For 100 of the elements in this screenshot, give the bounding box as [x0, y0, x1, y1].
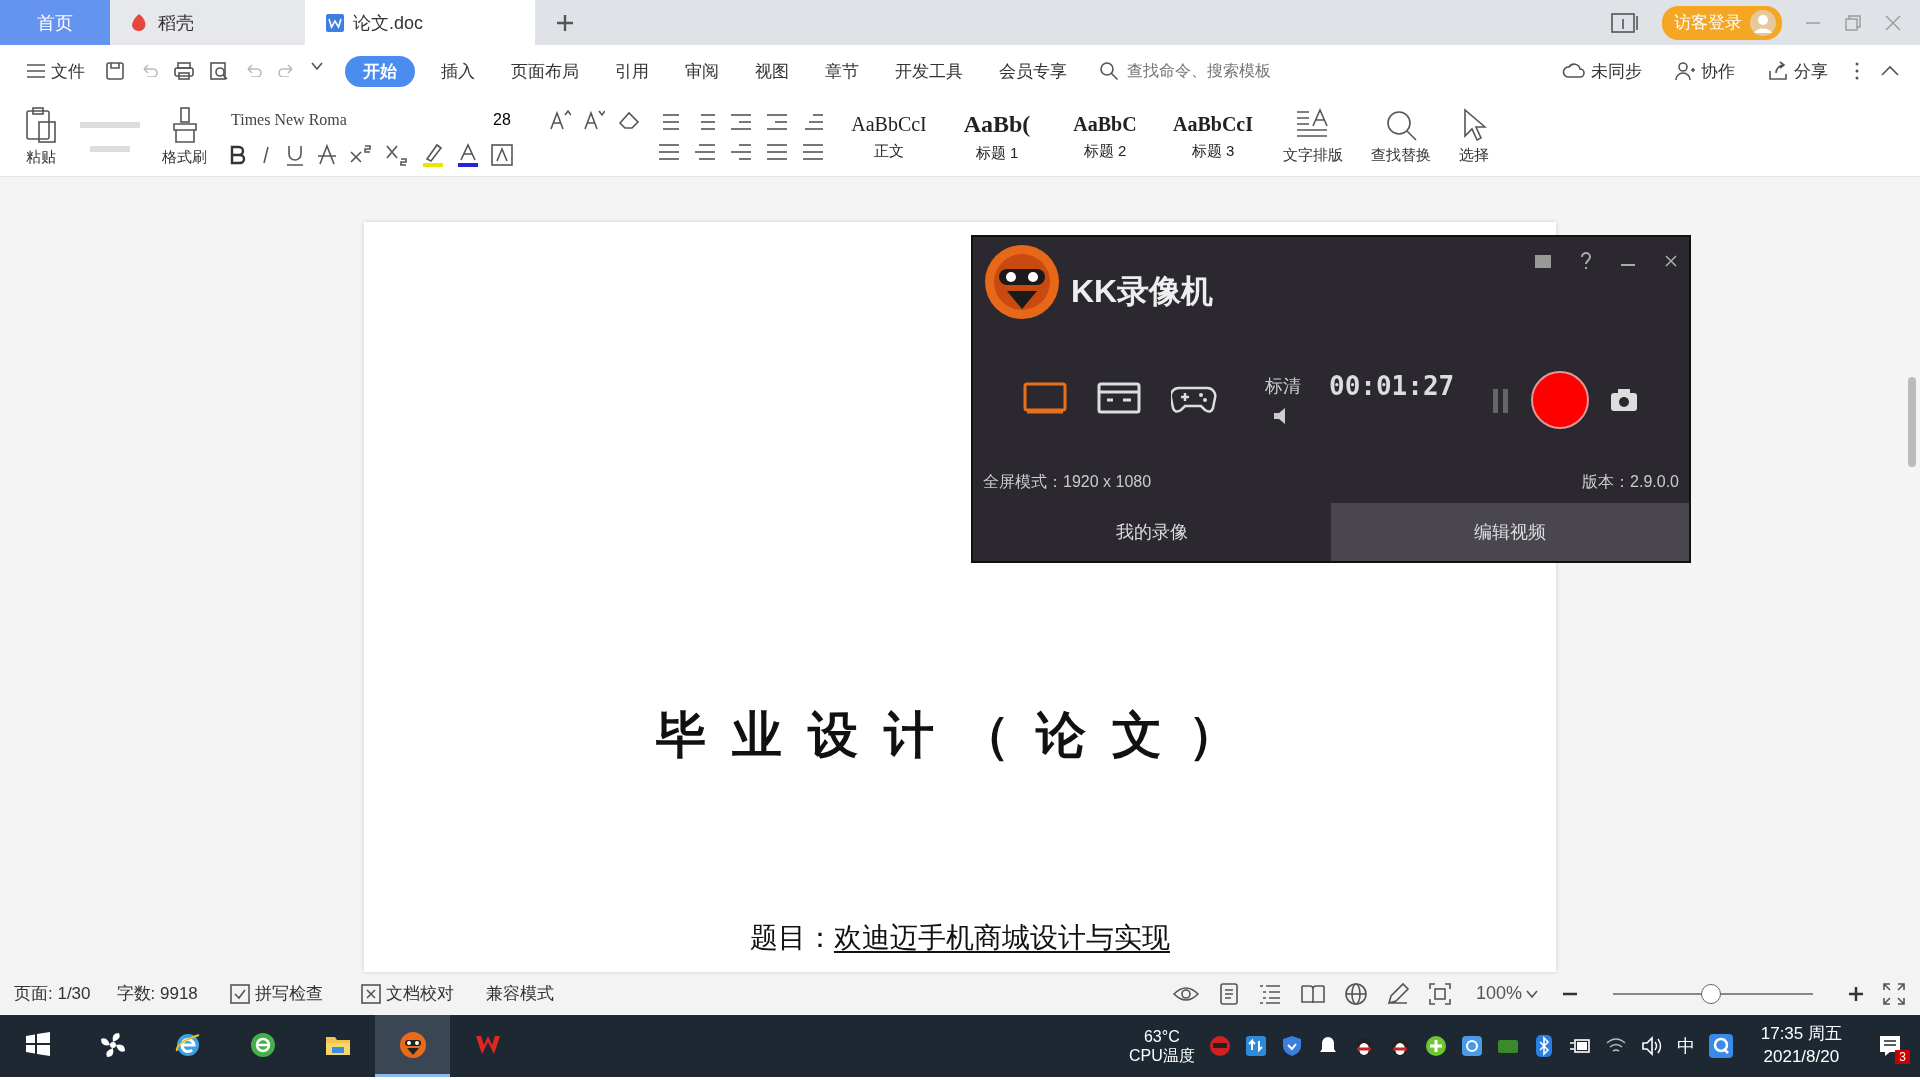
style-preset[interactable]: AaBbCcI 正文: [841, 111, 937, 162]
align-left-icon[interactable]: [657, 141, 681, 162]
open-book-icon[interactable]: [1299, 982, 1326, 1005]
slider-thumb[interactable]: [1701, 983, 1721, 1004]
magnifier-icon: [1384, 108, 1418, 142]
globe-icon[interactable]: [1343, 981, 1368, 1006]
save-icon[interactable]: [105, 61, 125, 81]
align-right-icon[interactable]: [729, 141, 753, 162]
search-q-icon[interactable]: [1708, 1034, 1733, 1058]
document-tab[interactable]: 论文.doc: [305, 0, 535, 45]
plus-circle-icon[interactable]: [1424, 1035, 1447, 1057]
person-button[interactable]: 协作: [1668, 58, 1741, 84]
camera-icon[interactable]: [1609, 386, 1639, 413]
caret-icon[interactable]: [311, 61, 323, 71]
cross-box-icon: [360, 983, 381, 1004]
zoom-in-icon[interactable]: [1848, 985, 1864, 1002]
document-subtitle: 题目：欢迪迈手机商城设计与实现: [750, 921, 1170, 955]
more-icon[interactable]: [1854, 61, 1860, 81]
grow-font-icon[interactable]: [549, 108, 571, 131]
style-preset[interactable]: AaBbCcI 标题 3: [1165, 111, 1261, 162]
ribbon-tab[interactable]: 引用: [597, 55, 667, 87]
file-menu[interactable]: 文件: [20, 58, 91, 84]
ribbon-tab[interactable]: 插入: [423, 55, 493, 87]
justify-icon[interactable]: [765, 141, 789, 162]
style-label: 标题 3: [1191, 141, 1235, 161]
search-icon: [1099, 61, 1119, 81]
window-icon[interactable]: [1097, 380, 1143, 416]
printer-icon[interactable]: [173, 61, 195, 81]
ribbon-tab[interactable]: 视图: [737, 55, 807, 87]
scrollbar-thumb[interactable]: [1908, 377, 1916, 467]
character-border-icon[interactable]: [491, 143, 513, 166]
bold-icon[interactable]: [229, 144, 247, 165]
decrease-indent-icon[interactable]: [729, 111, 753, 132]
command-search-field[interactable]: 查找命令、搜索模板: [1125, 61, 1325, 81]
font-color-icon[interactable]: [457, 142, 479, 167]
find-tool-button[interactable]: 查找替换: [1365, 107, 1437, 166]
shrink-font-icon[interactable]: [583, 108, 605, 131]
proof-check-button[interactable]: 文档校对: [354, 981, 460, 1006]
chevron-up-icon[interactable]: [1880, 65, 1900, 77]
help-icon[interactable]: [1579, 251, 1593, 271]
paste-button[interactable]: 粘贴: [18, 105, 64, 168]
ribbon-tab[interactable]: 会员专享: [981, 55, 1085, 87]
document-w-icon: [325, 12, 345, 33]
speaker-icon[interactable]: [1640, 1035, 1663, 1057]
zoom-out-icon[interactable]: [1562, 991, 1578, 996]
fullscreen-icon[interactable]: [1882, 981, 1906, 1006]
input-method-indicator[interactable]: 中: [1676, 1034, 1695, 1058]
pen-icon[interactable]: [1385, 981, 1410, 1006]
underline-icon[interactable]: [285, 143, 305, 166]
fit-page-icon[interactable]: [1427, 981, 1452, 1006]
page-icon[interactable]: [1217, 981, 1240, 1006]
distribute-icon[interactable]: [801, 141, 825, 162]
highlighter-icon[interactable]: [421, 142, 445, 167]
notification-count: 3: [1895, 1050, 1910, 1064]
align-center-icon[interactable]: [693, 141, 717, 162]
ribbon-tab[interactable]: 开发工具: [877, 55, 981, 87]
document-tab[interactable]: 稻壳: [110, 0, 305, 45]
select-tool-button[interactable]: 选择: [1453, 107, 1495, 166]
ribbon-tab[interactable]: 审阅: [667, 55, 737, 87]
document-title: 毕业设计（论文）: [656, 705, 1264, 766]
ribbon-tab[interactable]: 页面布局: [493, 55, 597, 87]
new-tab-icon[interactable]: [555, 12, 575, 33]
quality-label[interactable]: 标清: [1265, 373, 1301, 398]
list-icon[interactable]: [1257, 982, 1282, 1005]
clock-date[interactable]: 2021/8/20: [1763, 1046, 1840, 1069]
cloud-button[interactable]: 未同步: [1556, 58, 1648, 84]
increase-indent-icon[interactable]: [765, 111, 789, 132]
style-preview: AaBbCcI: [851, 112, 927, 136]
style-preset[interactable]: AaBbC 标题 2: [1057, 111, 1153, 162]
ribbon-tab[interactable]: 章节: [807, 55, 877, 87]
style-label: 标题 1: [975, 143, 1019, 163]
zoom-level-dropdown[interactable]: 100%: [1469, 982, 1544, 1005]
upload-tray-icon[interactable]: [1244, 1035, 1267, 1057]
style-preset[interactable]: AaBb( 标题 1: [949, 109, 1045, 164]
clock-time[interactable]: 17:35 周五: [1760, 1023, 1842, 1046]
raccoon-mascot-icon: [398, 1030, 427, 1059]
layout-tool-button[interactable]: 文字排版: [1277, 107, 1349, 166]
record-button[interactable]: [1531, 370, 1589, 429]
magnifier-page-icon[interactable]: [209, 61, 229, 81]
pinwheel-icon: [98, 1030, 127, 1059]
windows-logo-icon: [23, 1030, 52, 1059]
monitor-icon[interactable]: [1023, 380, 1069, 416]
font-name-field[interactable]: Times New Roma: [229, 106, 479, 133]
font-size-field[interactable]: 28: [491, 106, 537, 133]
strikethrough-icon[interactable]: [317, 143, 337, 166]
recorder-tab[interactable]: 编辑视频: [1331, 503, 1689, 561]
cpu-temperature: 63°C: [1143, 1026, 1180, 1046]
clipboard-icon: [24, 106, 58, 144]
app-title: KK录像机: [1071, 272, 1214, 311]
share-button[interactable]: 分享: [1761, 58, 1834, 84]
share-icon: [1767, 61, 1789, 81]
globe-browser-icon: [248, 1030, 277, 1059]
format-painter-button[interactable]: 格式刷: [156, 105, 213, 168]
shield-icon[interactable]: [1280, 1035, 1303, 1057]
cpu-label: CPU温度: [1128, 1046, 1195, 1066]
spell-check-button[interactable]: 拼写检查: [223, 981, 329, 1006]
compatibility-mode: 兼容模式: [485, 983, 554, 1005]
subscript-icon[interactable]: [385, 143, 409, 166]
capture-mode-info: 全屏模式：1920 x 1080: [983, 472, 1152, 492]
sidebar-toggle-icon[interactable]: [1610, 11, 1640, 34]
